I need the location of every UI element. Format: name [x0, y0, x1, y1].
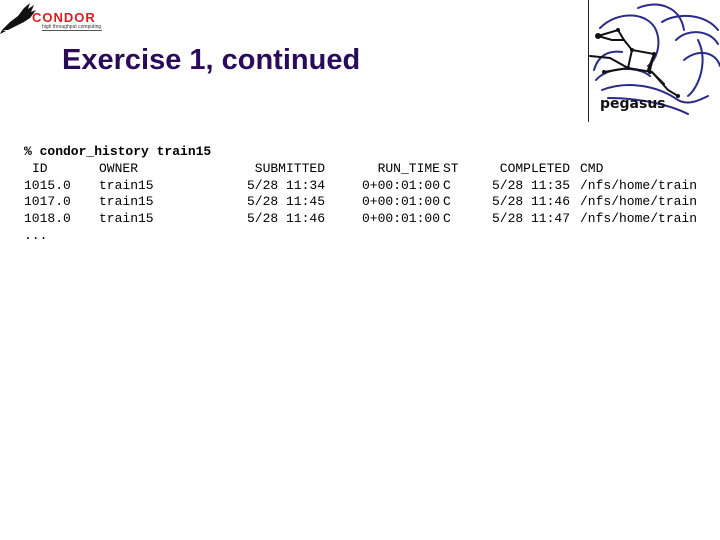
cell-st: C — [443, 194, 451, 210]
command-line: % condor_history train15 — [24, 144, 212, 159]
col-cmd: CMD — [580, 160, 604, 176]
cell-cmd: /nfs/home/train — [580, 194, 698, 210]
page-title: Exercise 1, continued — [62, 44, 361, 76]
condor-logo-tagline: high throughput computing — [42, 24, 102, 31]
cell-run-time: 0+00:01:00 — [361, 211, 440, 227]
pegasus-logo-text: pegasus — [600, 96, 666, 112]
col-st: ST — [443, 160, 459, 176]
cell-run-time: 0+00:01:00 — [361, 177, 440, 193]
cell-cmd: /nfs/home/train — [580, 211, 698, 227]
col-submitted: SUBMITTED — [254, 160, 325, 176]
col-run-time: RUN_TIME — [377, 160, 440, 176]
cell-completed: 5/28 11:35 — [491, 177, 570, 193]
condor-logo-text: CONDOR — [32, 10, 96, 25]
col-completed: COMPLETED — [499, 160, 570, 176]
cell-st: C — [443, 177, 451, 193]
col-id: ID — [32, 160, 48, 176]
condor-logo: CONDOR high throughput computing — [0, 0, 110, 36]
cell-id: 1017.0 — [24, 194, 71, 210]
cell-owner: train15 — [99, 177, 154, 193]
cell-st: C — [443, 211, 451, 227]
table-row: 1018.0 train15 5/28 11:46 0+00:01:00 C 5/28 1… — [24, 211, 710, 228]
cell-completed: 5/28 11:46 — [491, 194, 570, 210]
table-row: 1015.0 train15 5/28 11:34 0+00:01:00 C 5/28 1… — [24, 178, 710, 195]
ellipsis: ... — [24, 227, 48, 243]
cell-owner: train15 — [99, 194, 154, 210]
cell-submitted: 5/28 11:46 — [246, 211, 325, 227]
cell-run-time: 0+00:01:00 — [361, 194, 440, 210]
table-row: 1017.0 train15 5/28 11:45 0+00:01:00 C 5/28 1… — [24, 194, 710, 211]
cell-owner: train15 — [99, 211, 154, 227]
cell-completed: 5/28 11:47 — [491, 211, 570, 227]
cell-id: 1018.0 — [24, 211, 71, 227]
terminal-output: % condor_history train15 ID OWNER SUBMITTED… — [24, 144, 710, 245]
cell-submitted: 5/28 11:34 — [246, 177, 325, 193]
cell-submitted: 5/28 11:45 — [246, 194, 325, 210]
cell-id: 1015.0 — [24, 177, 71, 193]
table-header: ID OWNER SUBMITTED RUN_TIME ST COMPLETED CMD — [24, 161, 710, 178]
cell-cmd: /nfs/home/train — [580, 177, 698, 193]
col-owner: OWNER — [99, 160, 139, 176]
